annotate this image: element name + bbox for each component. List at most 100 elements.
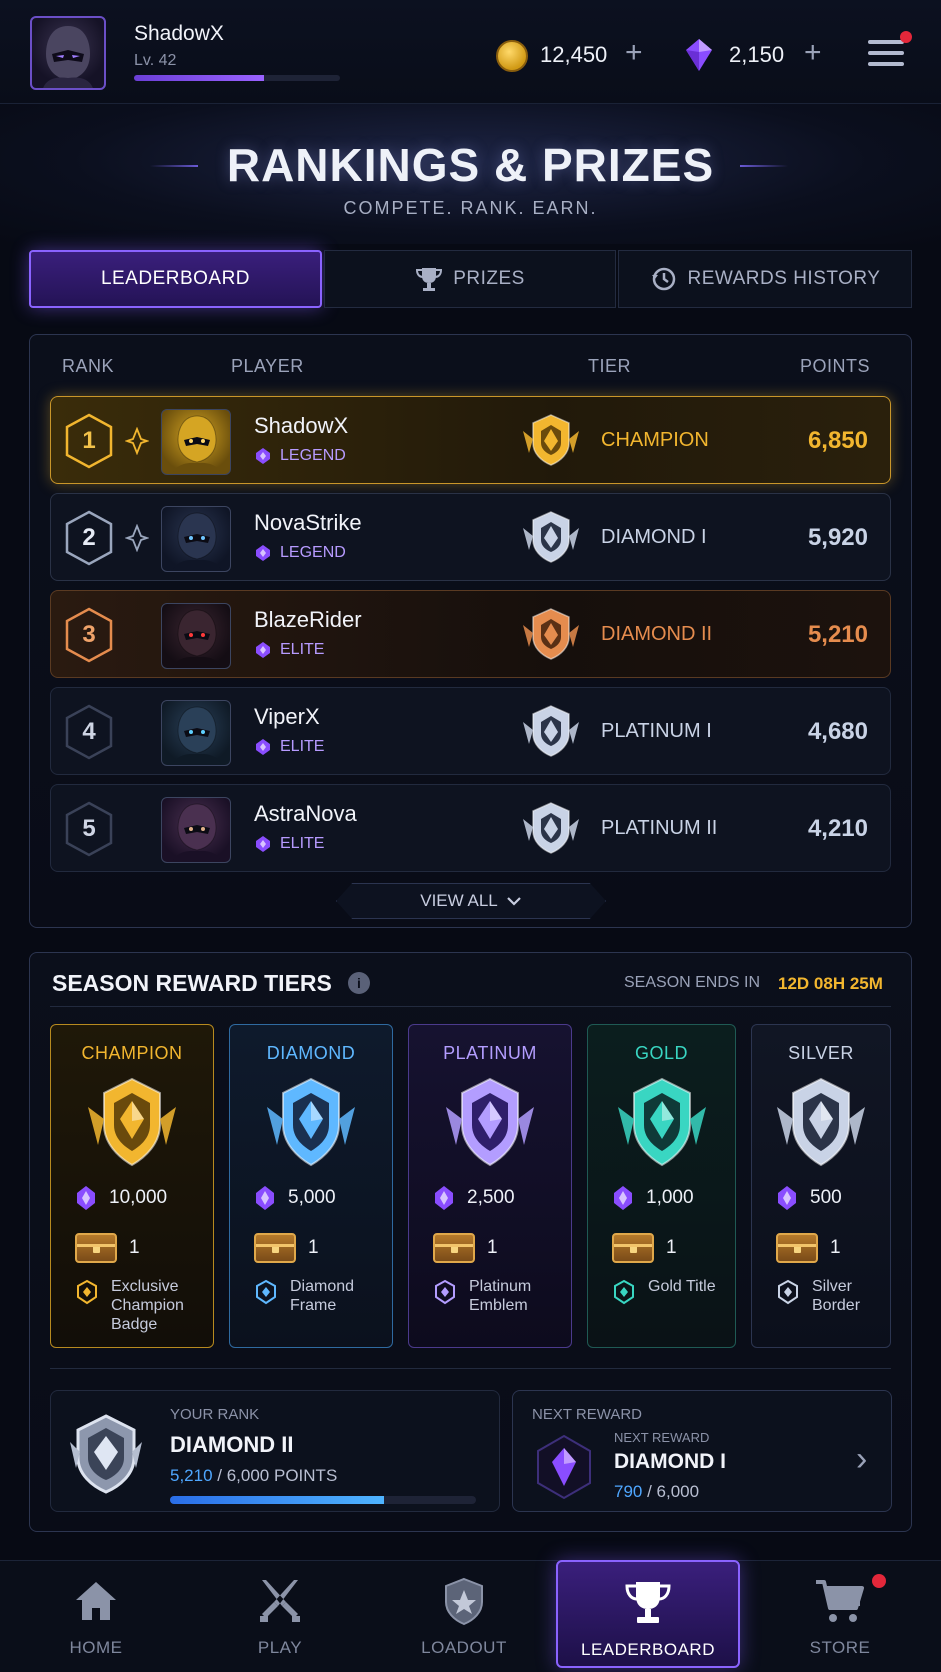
- coin-icon: [496, 40, 528, 72]
- tier-card[interactable]: PLATINUM 2,500 1 Platinum Emblem: [408, 1024, 572, 1348]
- tab-rewards-history[interactable]: REWARDS HISTORY: [618, 250, 912, 308]
- tier-emblem-icon: [267, 1077, 355, 1167]
- player-name: BlazeRider: [254, 607, 362, 632]
- badge-label: LEGEND: [280, 544, 346, 561]
- gem-amount: 500: [810, 1187, 842, 1208]
- tier-bonus-reward: Silver Border: [776, 1277, 882, 1315]
- rank-progress-bar: [170, 1496, 476, 1504]
- nav-label: PLAY: [257, 1638, 303, 1657]
- nav-label: HOME: [69, 1638, 123, 1657]
- next-reward-current: 790: [614, 1482, 643, 1501]
- tier-bonus-reward: Diamond Frame: [254, 1277, 384, 1315]
- player-points: 5,210: [807, 621, 868, 648]
- bonus-reward-label: Diamond Frame: [290, 1278, 355, 1314]
- leaderboard-row[interactable]: 2 NovaStrike LEGEND DIAMOND I 5,920: [50, 493, 891, 581]
- shield-icon: [438, 1576, 490, 1626]
- trophy-icon: [622, 1578, 674, 1628]
- store-notification-dot: [872, 1574, 886, 1588]
- tier-name: DIAMOND II: [601, 623, 713, 645]
- gem-icon: [256, 545, 270, 561]
- leaderboard-row[interactable]: 4 ViperX ELITE PLATINUM I 4,680: [50, 687, 891, 775]
- notification-dot: [900, 31, 912, 43]
- nav-item-play[interactable]: PLAY: [188, 1560, 372, 1672]
- column-header-rank: RANK: [62, 356, 115, 376]
- badge-icon: [256, 1279, 276, 1305]
- gem-icon: [256, 739, 270, 755]
- your-rank-tier: DIAMOND II: [170, 1432, 294, 1457]
- chest-icon: [254, 1233, 296, 1263]
- player-name: ShadowX: [134, 22, 224, 45]
- player-level: Lv. 42: [134, 52, 177, 69]
- chest-count: 1: [666, 1237, 677, 1258]
- player-avatar[interactable]: [30, 16, 106, 90]
- xp-progress-bar: [134, 75, 340, 81]
- tier-emblem-icon: [88, 1077, 176, 1167]
- info-icon[interactable]: i: [348, 972, 370, 994]
- leaderboard-row[interactable]: 5 AstraNova ELITE PLATINUM II 4,210: [50, 784, 891, 872]
- tier-emblem-icon: [521, 605, 581, 665]
- nav-item-home[interactable]: HOME: [4, 1560, 188, 1672]
- player-avatar[interactable]: [161, 506, 231, 572]
- divider: [50, 1006, 891, 1007]
- tier-card[interactable]: SILVER 500 1 Silver Border: [751, 1024, 891, 1348]
- add-coins-button[interactable]: +: [625, 36, 643, 70]
- column-header-tier: TIER: [588, 356, 632, 376]
- points-unit: POINTS: [274, 1466, 338, 1485]
- tab-prizes[interactable]: PRIZES: [324, 250, 616, 308]
- gem-amount: 2,500: [467, 1187, 515, 1208]
- tier-card-name: CHAMPION: [81, 1043, 183, 1063]
- tier-card[interactable]: DIAMOND 5,000 1 Diamond Frame: [229, 1024, 393, 1348]
- player-avatar[interactable]: [161, 797, 231, 863]
- gem-icon: [684, 38, 714, 77]
- gem-icon: [256, 642, 270, 658]
- nav-item-leaderboard[interactable]: LEADERBOARD: [556, 1560, 740, 1668]
- gem-icon: [77, 1186, 95, 1210]
- tier-chest-reward: 1: [776, 1233, 841, 1263]
- tier-gem-reward: 5,000: [254, 1185, 336, 1211]
- player-points: 6,850: [807, 427, 868, 454]
- player-points: 4,210: [807, 815, 868, 842]
- menu-button[interactable]: [868, 40, 904, 70]
- add-gems-button[interactable]: +: [804, 36, 822, 70]
- tier-name: PLATINUM II: [601, 817, 718, 839]
- leaderboard-row[interactable]: 1 ShadowX LEGEND CHAMPION 6,850: [50, 396, 891, 484]
- nav-label: STORE: [809, 1638, 871, 1657]
- rank-number: 3: [82, 621, 96, 648]
- chest-count: 1: [830, 1237, 841, 1258]
- gem-amount: 1,000: [646, 1187, 694, 1208]
- tier-gem-reward: 2,500: [433, 1185, 515, 1211]
- tier-card[interactable]: GOLD 1,000 1 Gold Title: [587, 1024, 736, 1348]
- bonus-reward-label: Exclusive Champion Badge: [111, 1278, 184, 1333]
- gem-icon: [256, 1186, 274, 1210]
- tier-emblem-icon: [777, 1077, 865, 1167]
- season-timer: 12D 08H 25M: [778, 974, 883, 993]
- badge-label: ELITE: [280, 738, 325, 755]
- divider: [50, 1368, 891, 1369]
- tab-label: REWARDS HISTORY: [687, 268, 881, 289]
- tier-emblem-icon: [617, 1077, 706, 1167]
- player-points: 5,920: [807, 524, 868, 551]
- view-all-button[interactable]: VIEW ALL: [336, 883, 606, 919]
- nav-label: LOADOUT: [421, 1638, 507, 1657]
- player-avatar[interactable]: [161, 700, 231, 766]
- gem-amount: 5,000: [288, 1187, 336, 1208]
- player-avatar[interactable]: [161, 409, 231, 475]
- page-subtitle: COMPETE. RANK. EARN.: [343, 198, 598, 218]
- nav-item-store[interactable]: STORE: [748, 1560, 932, 1672]
- bonus-reward-label: Silver Border: [812, 1278, 861, 1314]
- tab-leaderboard[interactable]: LEADERBOARD: [29, 250, 322, 308]
- player-badge: LEGEND: [254, 544, 346, 562]
- crossed-swords-icon: [254, 1576, 306, 1626]
- tier-card[interactable]: CHAMPION 10,000 1 Exclusive Champion Badge: [50, 1024, 214, 1348]
- tier-card-name: SILVER: [788, 1043, 854, 1063]
- player-badge: ELITE: [254, 835, 324, 853]
- nav-item-loadout[interactable]: LOADOUT: [372, 1560, 556, 1672]
- chest-icon: [433, 1233, 475, 1263]
- chevron-right-icon[interactable]: ›: [856, 1440, 867, 1479]
- tier-name: DIAMOND I: [601, 526, 707, 548]
- player-name: AstraNova: [254, 801, 357, 826]
- player-avatar[interactable]: [161, 603, 231, 669]
- player-badge: LEGEND: [254, 447, 346, 465]
- tier-gem-reward: 10,000: [75, 1185, 167, 1211]
- leaderboard-row[interactable]: 3 BlazeRider ELITE DIAMOND II 5,210: [50, 590, 891, 678]
